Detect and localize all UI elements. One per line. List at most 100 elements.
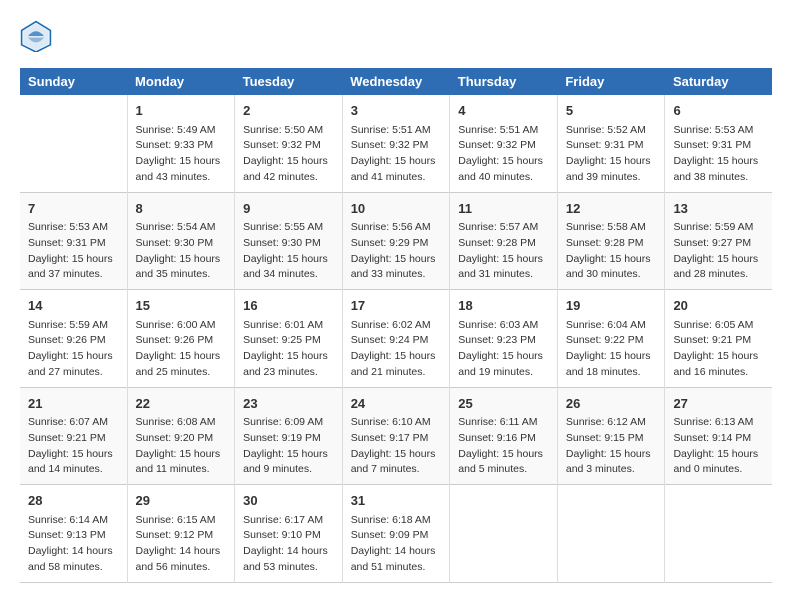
day-info: Sunrise: 5:59 AM Sunset: 9:27 PM Dayligh…: [673, 220, 764, 283]
day-info: Sunrise: 6:15 AM Sunset: 9:12 PM Dayligh…: [136, 513, 227, 576]
day-info: Sunrise: 6:00 AM Sunset: 9:26 PM Dayligh…: [136, 318, 227, 381]
day-number: 8: [136, 199, 227, 219]
calendar-cell: 30Sunrise: 6:17 AM Sunset: 9:10 PM Dayli…: [235, 485, 343, 583]
day-number: 30: [243, 491, 334, 511]
day-number: 12: [566, 199, 657, 219]
column-header-monday: Monday: [127, 68, 235, 95]
day-number: 20: [673, 296, 764, 316]
day-number: 28: [28, 491, 119, 511]
column-header-sunday: Sunday: [20, 68, 127, 95]
day-info: Sunrise: 6:14 AM Sunset: 9:13 PM Dayligh…: [28, 513, 119, 576]
column-header-thursday: Thursday: [450, 68, 558, 95]
day-info: Sunrise: 5:53 AM Sunset: 9:31 PM Dayligh…: [673, 123, 764, 186]
logo-icon: [20, 20, 52, 52]
day-info: Sunrise: 6:03 AM Sunset: 9:23 PM Dayligh…: [458, 318, 549, 381]
day-info: Sunrise: 6:11 AM Sunset: 9:16 PM Dayligh…: [458, 415, 549, 478]
calendar-cell: 29Sunrise: 6:15 AM Sunset: 9:12 PM Dayli…: [127, 485, 235, 583]
calendar-cell: 14Sunrise: 5:59 AM Sunset: 9:26 PM Dayli…: [20, 290, 127, 388]
day-number: 2: [243, 101, 334, 121]
calendar-cell: 10Sunrise: 5:56 AM Sunset: 9:29 PM Dayli…: [342, 192, 450, 290]
calendar-cell: 20Sunrise: 6:05 AM Sunset: 9:21 PM Dayli…: [665, 290, 772, 388]
day-info: Sunrise: 6:12 AM Sunset: 9:15 PM Dayligh…: [566, 415, 657, 478]
calendar-cell: [557, 485, 665, 583]
page-header: [20, 20, 772, 52]
day-info: Sunrise: 5:57 AM Sunset: 9:28 PM Dayligh…: [458, 220, 549, 283]
day-number: 31: [351, 491, 442, 511]
day-number: 29: [136, 491, 227, 511]
day-number: 24: [351, 394, 442, 414]
calendar-cell: 8Sunrise: 5:54 AM Sunset: 9:30 PM Daylig…: [127, 192, 235, 290]
day-info: Sunrise: 5:55 AM Sunset: 9:30 PM Dayligh…: [243, 220, 334, 283]
calendar-cell: 7Sunrise: 5:53 AM Sunset: 9:31 PM Daylig…: [20, 192, 127, 290]
calendar-cell: 1Sunrise: 5:49 AM Sunset: 9:33 PM Daylig…: [127, 95, 235, 192]
calendar-cell: 16Sunrise: 6:01 AM Sunset: 9:25 PM Dayli…: [235, 290, 343, 388]
calendar-cell: 6Sunrise: 5:53 AM Sunset: 9:31 PM Daylig…: [665, 95, 772, 192]
calendar-cell: 24Sunrise: 6:10 AM Sunset: 9:17 PM Dayli…: [342, 387, 450, 485]
calendar-cell: 27Sunrise: 6:13 AM Sunset: 9:14 PM Dayli…: [665, 387, 772, 485]
calendar-cell: 3Sunrise: 5:51 AM Sunset: 9:32 PM Daylig…: [342, 95, 450, 192]
day-number: 19: [566, 296, 657, 316]
column-header-saturday: Saturday: [665, 68, 772, 95]
calendar-cell: 28Sunrise: 6:14 AM Sunset: 9:13 PM Dayli…: [20, 485, 127, 583]
day-number: 16: [243, 296, 334, 316]
day-info: Sunrise: 5:53 AM Sunset: 9:31 PM Dayligh…: [28, 220, 119, 283]
day-info: Sunrise: 6:05 AM Sunset: 9:21 PM Dayligh…: [673, 318, 764, 381]
week-row-3: 14Sunrise: 5:59 AM Sunset: 9:26 PM Dayli…: [20, 290, 772, 388]
calendar-cell: 11Sunrise: 5:57 AM Sunset: 9:28 PM Dayli…: [450, 192, 558, 290]
week-row-5: 28Sunrise: 6:14 AM Sunset: 9:13 PM Dayli…: [20, 485, 772, 583]
day-number: 21: [28, 394, 119, 414]
calendar-cell: 4Sunrise: 5:51 AM Sunset: 9:32 PM Daylig…: [450, 95, 558, 192]
week-row-1: 1Sunrise: 5:49 AM Sunset: 9:33 PM Daylig…: [20, 95, 772, 192]
calendar-cell: [450, 485, 558, 583]
day-number: 25: [458, 394, 549, 414]
week-row-2: 7Sunrise: 5:53 AM Sunset: 9:31 PM Daylig…: [20, 192, 772, 290]
calendar-cell: 25Sunrise: 6:11 AM Sunset: 9:16 PM Dayli…: [450, 387, 558, 485]
calendar-cell: 15Sunrise: 6:00 AM Sunset: 9:26 PM Dayli…: [127, 290, 235, 388]
day-number: 23: [243, 394, 334, 414]
day-info: Sunrise: 5:50 AM Sunset: 9:32 PM Dayligh…: [243, 123, 334, 186]
day-info: Sunrise: 5:54 AM Sunset: 9:30 PM Dayligh…: [136, 220, 227, 283]
day-number: 26: [566, 394, 657, 414]
calendar-body: 1Sunrise: 5:49 AM Sunset: 9:33 PM Daylig…: [20, 95, 772, 582]
column-header-tuesday: Tuesday: [235, 68, 343, 95]
calendar-cell: 21Sunrise: 6:07 AM Sunset: 9:21 PM Dayli…: [20, 387, 127, 485]
day-info: Sunrise: 6:10 AM Sunset: 9:17 PM Dayligh…: [351, 415, 442, 478]
day-number: 6: [673, 101, 764, 121]
calendar-cell: 23Sunrise: 6:09 AM Sunset: 9:19 PM Dayli…: [235, 387, 343, 485]
calendar-table: SundayMondayTuesdayWednesdayThursdayFrid…: [20, 68, 772, 583]
calendar-cell: 2Sunrise: 5:50 AM Sunset: 9:32 PM Daylig…: [235, 95, 343, 192]
day-info: Sunrise: 5:58 AM Sunset: 9:28 PM Dayligh…: [566, 220, 657, 283]
day-info: Sunrise: 5:56 AM Sunset: 9:29 PM Dayligh…: [351, 220, 442, 283]
day-info: Sunrise: 6:01 AM Sunset: 9:25 PM Dayligh…: [243, 318, 334, 381]
day-number: 17: [351, 296, 442, 316]
day-number: 5: [566, 101, 657, 121]
day-info: Sunrise: 6:07 AM Sunset: 9:21 PM Dayligh…: [28, 415, 119, 478]
calendar-cell: 5Sunrise: 5:52 AM Sunset: 9:31 PM Daylig…: [557, 95, 665, 192]
day-info: Sunrise: 6:08 AM Sunset: 9:20 PM Dayligh…: [136, 415, 227, 478]
week-row-4: 21Sunrise: 6:07 AM Sunset: 9:21 PM Dayli…: [20, 387, 772, 485]
calendar-cell: 17Sunrise: 6:02 AM Sunset: 9:24 PM Dayli…: [342, 290, 450, 388]
day-info: Sunrise: 5:52 AM Sunset: 9:31 PM Dayligh…: [566, 123, 657, 186]
day-number: 1: [136, 101, 227, 121]
calendar-cell: [665, 485, 772, 583]
day-info: Sunrise: 5:51 AM Sunset: 9:32 PM Dayligh…: [351, 123, 442, 186]
column-header-wednesday: Wednesday: [342, 68, 450, 95]
calendar-cell: 13Sunrise: 5:59 AM Sunset: 9:27 PM Dayli…: [665, 192, 772, 290]
day-info: Sunrise: 5:51 AM Sunset: 9:32 PM Dayligh…: [458, 123, 549, 186]
day-number: 13: [673, 199, 764, 219]
calendar-cell: 18Sunrise: 6:03 AM Sunset: 9:23 PM Dayli…: [450, 290, 558, 388]
day-info: Sunrise: 6:04 AM Sunset: 9:22 PM Dayligh…: [566, 318, 657, 381]
day-number: 4: [458, 101, 549, 121]
day-number: 14: [28, 296, 119, 316]
day-info: Sunrise: 6:02 AM Sunset: 9:24 PM Dayligh…: [351, 318, 442, 381]
day-info: Sunrise: 6:17 AM Sunset: 9:10 PM Dayligh…: [243, 513, 334, 576]
calendar-cell: 12Sunrise: 5:58 AM Sunset: 9:28 PM Dayli…: [557, 192, 665, 290]
calendar-cell: 19Sunrise: 6:04 AM Sunset: 9:22 PM Dayli…: [557, 290, 665, 388]
day-info: Sunrise: 6:18 AM Sunset: 9:09 PM Dayligh…: [351, 513, 442, 576]
column-headers: SundayMondayTuesdayWednesdayThursdayFrid…: [20, 68, 772, 95]
day-number: 9: [243, 199, 334, 219]
column-header-friday: Friday: [557, 68, 665, 95]
day-info: Sunrise: 6:13 AM Sunset: 9:14 PM Dayligh…: [673, 415, 764, 478]
day-number: 18: [458, 296, 549, 316]
day-info: Sunrise: 5:59 AM Sunset: 9:26 PM Dayligh…: [28, 318, 119, 381]
